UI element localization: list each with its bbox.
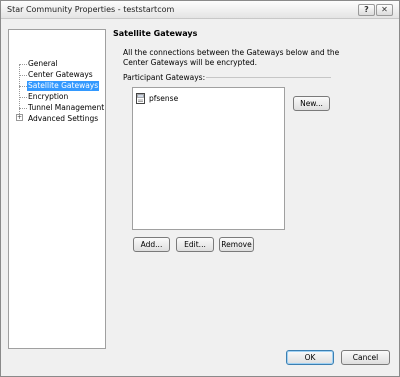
- edit-button[interactable]: Edit...: [176, 237, 214, 252]
- close-icon: ✕: [381, 5, 388, 14]
- panel-description: All the connections between the Gateways…: [123, 48, 340, 67]
- window-title: Star Community Properties - teststartcom: [7, 5, 175, 14]
- properties-dialog: Star Community Properties - teststartcom…: [0, 0, 400, 377]
- gateway-name: pfsense: [149, 93, 179, 103]
- panel-title: Satellite Gateways: [113, 29, 198, 38]
- expand-icon[interactable]: +: [16, 114, 23, 121]
- tree-item-advanced-settings[interactable]: Advanced Settings: [27, 114, 99, 124]
- tree-connector: [19, 108, 27, 109]
- participant-gateways-list[interactable]: pfsense: [132, 87, 285, 230]
- gateway-icon: [136, 92, 145, 104]
- tree-item-tunnel-management[interactable]: Tunnel Management: [27, 103, 105, 113]
- tree-connector: [19, 97, 27, 98]
- help-button[interactable]: ?: [358, 4, 375, 16]
- list-item[interactable]: pfsense: [136, 92, 178, 104]
- group-divider: [206, 77, 331, 78]
- tree-item-satellite-gateways[interactable]: Satellite Gateways: [27, 81, 100, 91]
- title-bar[interactable]: Star Community Properties - teststartcom…: [1, 1, 399, 19]
- new-button[interactable]: New...: [293, 96, 330, 111]
- tree-connector: [19, 86, 27, 87]
- add-button[interactable]: Add...: [133, 237, 170, 252]
- tree-connector: [19, 75, 27, 76]
- tree-connector: [19, 64, 27, 65]
- close-button[interactable]: ✕: [376, 4, 393, 16]
- remove-button[interactable]: Remove: [219, 237, 254, 252]
- tree-connector: [19, 64, 20, 114]
- navigation-tree[interactable]: General Center Gateways Satellite Gatewa…: [8, 29, 106, 349]
- participant-gateways-label: Participant Gateways:: [123, 73, 206, 82]
- cancel-button[interactable]: Cancel: [341, 350, 390, 365]
- tree-item-encryption[interactable]: Encryption: [27, 92, 69, 102]
- tree-item-general[interactable]: General: [27, 59, 59, 69]
- ok-button[interactable]: OK: [286, 350, 334, 365]
- help-icon: ?: [364, 5, 369, 14]
- tree-item-center-gateways[interactable]: Center Gateways: [27, 70, 94, 80]
